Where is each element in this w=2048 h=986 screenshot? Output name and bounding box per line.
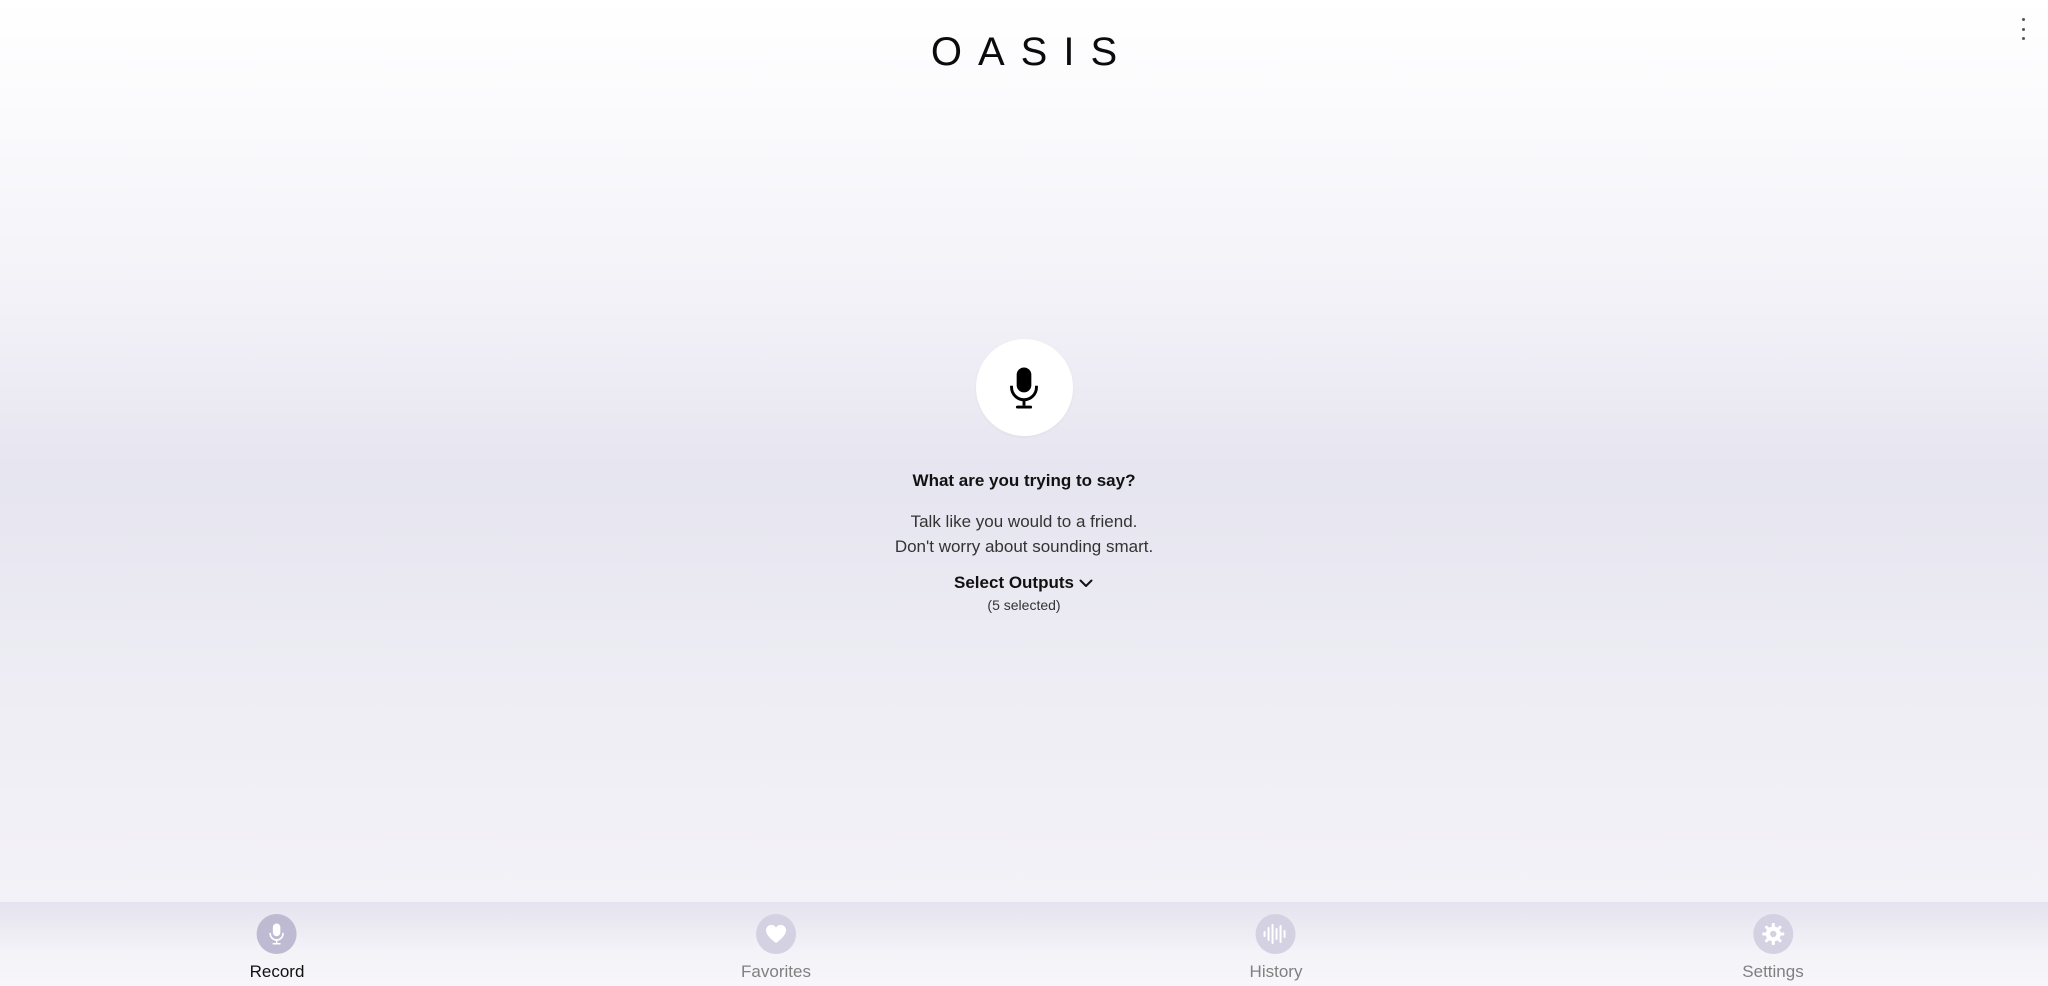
select-outputs-dropdown[interactable]: Select Outputs xyxy=(954,573,1094,593)
nav-icon-circle xyxy=(257,914,297,954)
heart-icon xyxy=(765,924,786,944)
bottom-navigation: Record Favorites History Settings xyxy=(0,902,2048,986)
nav-icon-circle xyxy=(1753,914,1793,954)
gear-icon xyxy=(1762,923,1784,945)
prompt-subtitle: Talk like you would to a friend. Don't w… xyxy=(895,509,1153,559)
selected-count: (5 selected) xyxy=(987,597,1061,613)
nav-item-favorites[interactable]: Favorites xyxy=(741,914,811,982)
nav-icon-circle xyxy=(755,914,796,954)
record-button[interactable] xyxy=(975,339,1073,436)
app-logo: OASIS xyxy=(930,30,1134,74)
nav-icon-circle xyxy=(1256,914,1296,954)
chevron-down-icon xyxy=(1079,579,1093,587)
prompt-subtitle-line-2: Don't worry about sounding smart. xyxy=(894,537,1154,556)
nav-item-record[interactable]: Record xyxy=(249,914,305,982)
microphone-icon xyxy=(1010,366,1038,409)
nav-label-settings: Settings xyxy=(1742,962,1804,981)
prompt-subtitle-line-1: Talk like you would to a friend. xyxy=(910,512,1138,531)
record-panel: What are you trying to say? Talk like yo… xyxy=(0,339,2048,613)
nav-label-history: History xyxy=(1249,962,1303,981)
waveform-icon xyxy=(1264,924,1286,944)
nav-label-record: Record xyxy=(249,962,305,981)
more-options-icon[interactable] xyxy=(2016,18,2030,40)
microphone-icon xyxy=(269,923,285,945)
prompt-title: What are you trying to say? xyxy=(912,471,1136,490)
nav-label-favorites: Favorites xyxy=(741,962,811,981)
nav-item-settings[interactable]: Settings xyxy=(1742,914,1804,982)
nav-item-history[interactable]: History xyxy=(1249,914,1303,982)
select-outputs-label: Select Outputs xyxy=(954,573,1074,592)
